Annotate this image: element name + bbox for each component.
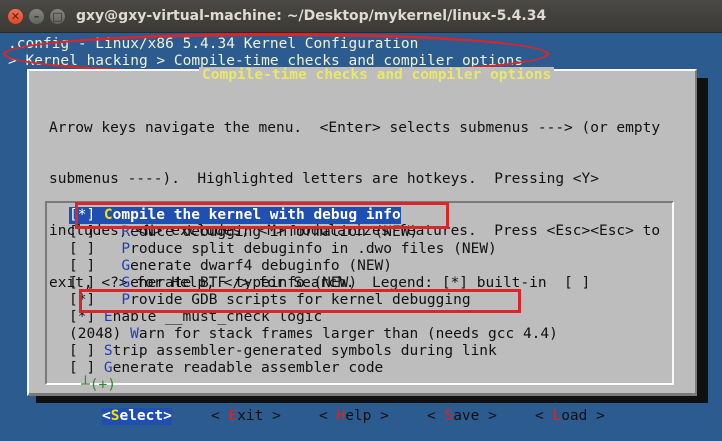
- close-window-button[interactable]: ✕: [8, 9, 23, 24]
- menu-item-readable-asm[interactable]: [ ] Generate readable assembler code: [69, 360, 383, 377]
- hotkey-letter: L: [552, 408, 562, 424]
- hotkey-letter: G: [121, 258, 131, 274]
- button-label: elect: [119, 408, 164, 424]
- annotation-box-debug-info: [75, 202, 449, 229]
- option-state: [ ]: [69, 241, 122, 257]
- hotkey-letter: S: [444, 408, 454, 424]
- option-state: (2048): [69, 326, 131, 342]
- scroll-corner-glyph: ┴: [81, 377, 90, 393]
- window-title: gxy@gxy-virtual-machine: ~/Desktop/myker…: [76, 8, 547, 24]
- select-button[interactable]: <Select>: [102, 408, 172, 425]
- button-label: elp: [345, 408, 372, 424]
- button-label: oad: [561, 408, 588, 424]
- bracket-open: <: [427, 408, 445, 424]
- hotkey-letter: P: [121, 241, 131, 257]
- help-button[interactable]: < Help >: [319, 408, 389, 425]
- load-button[interactable]: < Load >: [535, 408, 605, 425]
- option-state: [ ]: [69, 343, 104, 359]
- hotkey-letter: G: [103, 360, 113, 376]
- bracket-close: >: [163, 408, 172, 424]
- option-label: enerate dwarf4 debuginfo (NEW): [130, 258, 393, 274]
- menu-item-dwarf4-debuginfo[interactable]: [ ] Generate dwarf4 debuginfo (NEW): [69, 258, 392, 275]
- bracket-open: <: [211, 408, 229, 424]
- hotkey-letter: W: [130, 326, 139, 342]
- terminal-area: .config - Linux/x86 5.4.34 Kernel Config…: [0, 33, 722, 441]
- bracket-open: <: [319, 408, 337, 424]
- option-label: roduce split debuginfo in .dwo files (NE…: [130, 241, 497, 257]
- window-titlebar: ✕ – □ gxy@gxy-virtual-machine: ~/Desktop…: [0, 0, 722, 33]
- save-button[interactable]: < Save >: [427, 408, 497, 425]
- maximize-window-button[interactable]: □: [50, 9, 65, 24]
- hotkey-letter: E: [228, 408, 238, 424]
- button-label: xit: [237, 408, 264, 424]
- hotkey-letter: H: [336, 408, 346, 424]
- dialog-title: Compile-time checks and compiler options: [199, 67, 555, 83]
- option-label: trip assembler-generated symbols during …: [112, 343, 497, 359]
- bracket-open: <: [102, 408, 111, 424]
- minimize-window-button[interactable]: –: [29, 9, 44, 24]
- menu-item-frame-size-warning[interactable]: (2048) Warn for stack frames larger than…: [69, 326, 558, 343]
- more-label: (+): [89, 377, 116, 393]
- menu-item-strip-asm-symbols[interactable]: [ ] Strip assembler-generated symbols du…: [69, 343, 497, 360]
- button-label: ave: [453, 408, 480, 424]
- bracket-close: >: [587, 408, 605, 424]
- bracket-close: >: [263, 408, 281, 424]
- button-separator: [29, 393, 695, 395]
- option-state: [ ]: [69, 360, 104, 376]
- annotation-box-gdb-scripts: [79, 289, 521, 313]
- more-items-indicator: ┴(+): [81, 377, 116, 393]
- option-label: enerate readable assembler code: [112, 360, 384, 376]
- help-line: Arrow keys navigate the menu. <Enter> se…: [49, 119, 661, 136]
- bracket-close: >: [371, 408, 389, 424]
- exit-button[interactable]: < Exit >: [211, 408, 281, 425]
- option-label: arn for stack frames larger than (needs …: [138, 326, 558, 342]
- option-state: [ ]: [69, 258, 122, 274]
- hotkey-letter: S: [103, 343, 113, 359]
- bracket-close: >: [479, 408, 497, 424]
- help-line: submenus ----). Highlighted letters are …: [49, 171, 599, 188]
- bracket-open: <: [535, 408, 553, 424]
- menuconfig-dialog: Compile-time checks and compiler options…: [27, 67, 697, 425]
- menu-item-split-debuginfo[interactable]: [ ] Produce split debuginfo in .dwo file…: [69, 241, 497, 258]
